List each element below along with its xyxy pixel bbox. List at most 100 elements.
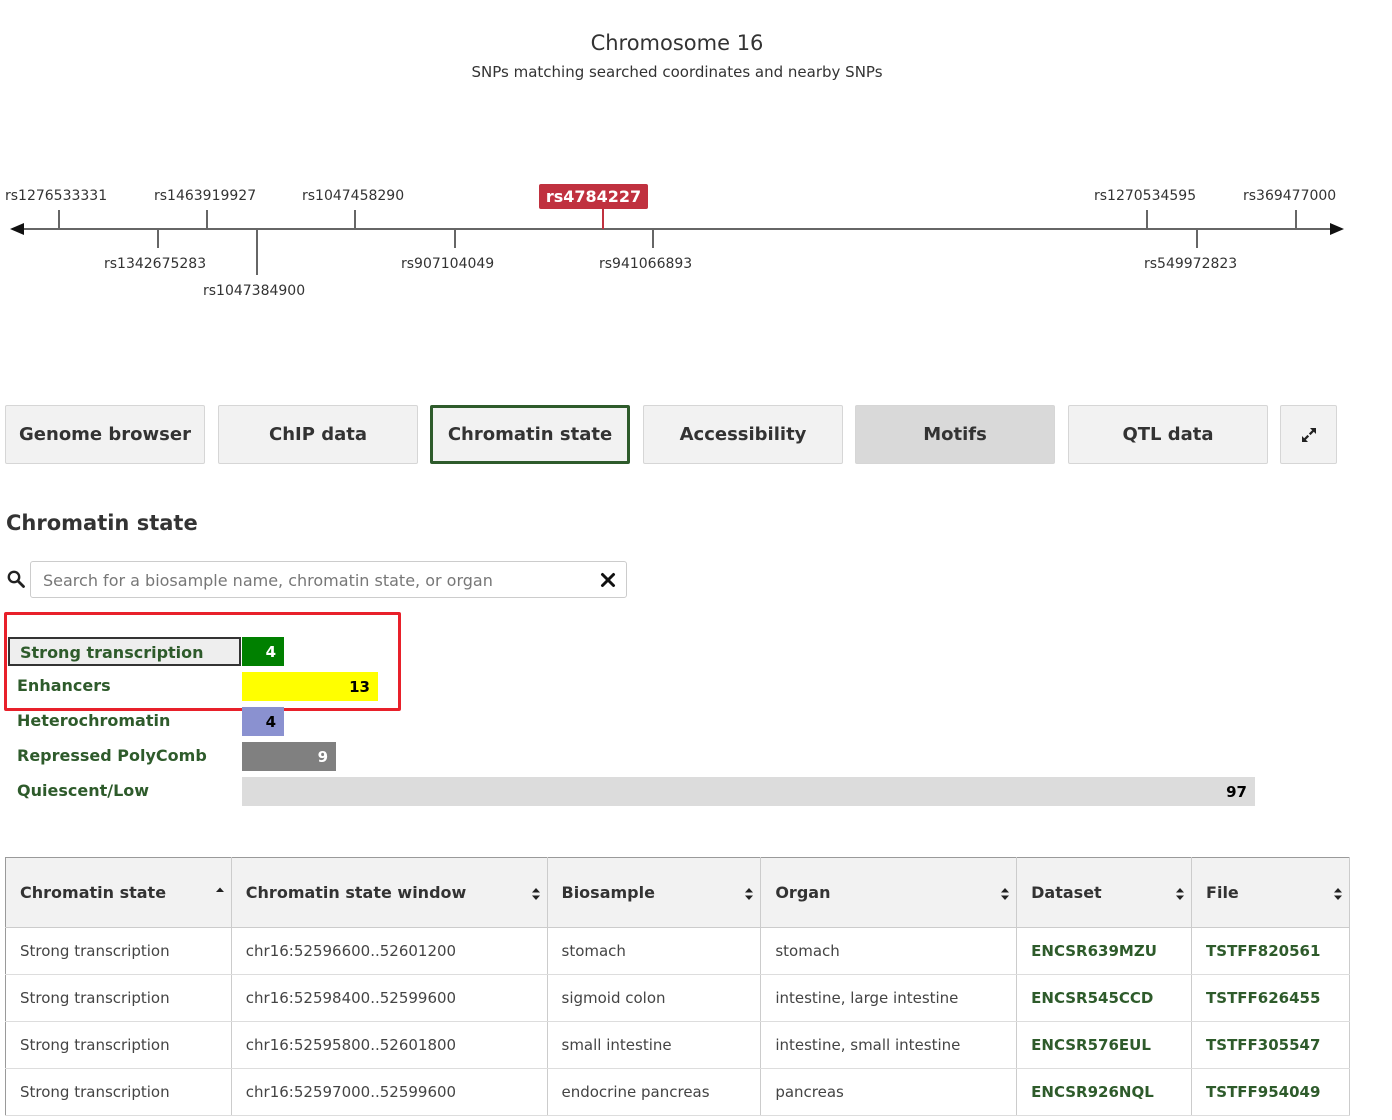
cell-window: chr16:52598400..52599600 [231, 974, 548, 1022]
facet-bar[interactable]: 13 [242, 672, 378, 701]
facet-label[interactable]: Quiescent/Low [17, 781, 149, 800]
file-link[interactable]: TSTFF954049 [1206, 1083, 1320, 1101]
sort-icon [1001, 888, 1010, 900]
focus-snp-tick [602, 209, 604, 229]
snp-label[interactable]: rs941066893 [599, 256, 692, 272]
cell-biosample: stomach [547, 927, 762, 975]
sort-icon [1334, 888, 1342, 900]
sort-icon [745, 888, 754, 900]
facet-bar[interactable]: 97 [242, 777, 1255, 806]
cell-dataset: ENCSR926NQL [1016, 1068, 1193, 1116]
column-header-label: Biosample [561, 883, 655, 902]
snp-label[interactable]: rs1047458290 [302, 188, 404, 204]
column-header[interactable]: Dataset [1016, 857, 1193, 928]
column-header[interactable]: Chromatin state window [231, 857, 548, 928]
cell-biosample: small intestine [547, 1021, 762, 1069]
focus-snp-badge[interactable]: rs4784227 [539, 184, 648, 209]
table-row: Strong transcription chr16:52596600..526… [5, 927, 1350, 975]
section-title: Chromatin state [6, 511, 198, 535]
column-header-label: Chromatin state window [245, 883, 467, 902]
cell-biosample: endocrine pancreas [547, 1068, 762, 1116]
dataset-link[interactable]: ENCSR639MZU [1031, 942, 1157, 960]
chromosome-subtitle: SNPs matching searched coordinates and n… [471, 63, 883, 81]
axis-arrow-left-icon [10, 223, 24, 235]
dataset-link[interactable]: ENCSR576EUL [1031, 1036, 1151, 1054]
axis-line [22, 228, 1338, 230]
sort-ascending-icon [215, 887, 224, 892]
table-row: Strong transcription chr16:52598400..525… [5, 974, 1350, 1022]
expand-arrows-icon [1301, 427, 1316, 442]
cell-organ: intestine, large intestine [760, 974, 1018, 1022]
snp-label[interactable]: rs1463919927 [154, 188, 256, 204]
table-row: Strong transcription chr16:52595800..526… [5, 1021, 1350, 1069]
search-icon [7, 570, 25, 588]
cell-chromatin-state: Strong transcription [5, 927, 232, 975]
snp-label[interactable]: rs1270534595 [1094, 188, 1196, 204]
snp-tick [652, 230, 654, 248]
column-header[interactable]: File [1191, 857, 1350, 928]
snp-tick [58, 210, 60, 228]
cell-organ: pancreas [760, 1068, 1018, 1116]
tab-chromatin-state[interactable]: Chromatin state [430, 405, 630, 464]
cell-window: chr16:52596600..52601200 [231, 927, 548, 975]
facet-label[interactable]: Heterochromatin [17, 711, 170, 730]
cell-chromatin-state: Strong transcription [5, 974, 232, 1022]
dataset-link[interactable]: ENCSR926NQL [1031, 1083, 1154, 1101]
column-header-label: Organ [775, 883, 831, 902]
snp-tick [1196, 230, 1198, 248]
cell-file: TSTFF626455 [1191, 974, 1350, 1022]
cell-window: chr16:52595800..52601800 [231, 1021, 548, 1069]
sort-icon [1176, 888, 1185, 900]
search-field [30, 561, 627, 598]
facet-label[interactable]: Repressed PolyComb [17, 746, 207, 765]
cell-organ: stomach [760, 927, 1018, 975]
tab-chip-data[interactable]: ChIP data [218, 405, 418, 464]
tab-qtl-data[interactable]: QTL data [1068, 405, 1268, 464]
cell-chromatin-state: Strong transcription [5, 1021, 232, 1069]
cell-file: TSTFF305547 [1191, 1021, 1350, 1069]
file-link[interactable]: TSTFF820561 [1206, 942, 1320, 960]
file-link[interactable]: TSTFF305547 [1206, 1036, 1320, 1054]
snp-tick [157, 230, 159, 248]
snp-label[interactable]: rs1276533331 [5, 188, 107, 204]
dataset-link[interactable]: ENCSR545CCD [1031, 989, 1153, 1007]
axis-arrow-right-icon [1330, 223, 1344, 235]
tab-motifs[interactable]: Motifs [855, 405, 1055, 464]
snp-tick [206, 210, 208, 228]
cell-chromatin-state: Strong transcription [5, 1068, 232, 1116]
snp-tick [454, 230, 456, 248]
facet-bar[interactable]: 4 [242, 707, 284, 736]
tab-genome-browser[interactable]: Genome browser [5, 405, 205, 464]
column-header-label: Chromatin state [20, 883, 167, 902]
facet-label[interactable]: Strong transcription [8, 637, 241, 666]
table-row: Strong transcription chr16:52597000..525… [5, 1068, 1350, 1116]
sort-icon [531, 888, 540, 900]
cell-dataset: ENCSR576EUL [1016, 1021, 1193, 1069]
snp-label[interactable]: rs1342675283 [104, 256, 206, 272]
cell-dataset: ENCSR545CCD [1016, 974, 1193, 1022]
snp-label[interactable]: rs907104049 [401, 256, 494, 272]
facet-bar[interactable]: 9 [242, 742, 336, 771]
snp-tick [256, 230, 258, 275]
column-header[interactable]: Biosample [547, 857, 762, 928]
facet-label[interactable]: Enhancers [17, 676, 111, 695]
column-header[interactable]: Chromatin state [5, 857, 232, 928]
cell-file: TSTFF954049 [1191, 1068, 1350, 1116]
snp-label[interactable]: rs549972823 [1144, 256, 1237, 272]
column-header-label: Dataset [1031, 883, 1102, 902]
cell-biosample: sigmoid colon [547, 974, 762, 1022]
cell-file: TSTFF820561 [1191, 927, 1350, 975]
snp-tick [1146, 210, 1148, 228]
expand-button[interactable] [1280, 405, 1337, 464]
snp-label[interactable]: rs1047384900 [203, 283, 305, 299]
cell-window: chr16:52597000..52599600 [231, 1068, 548, 1116]
search-input[interactable] [43, 570, 583, 590]
column-header[interactable]: Organ [760, 857, 1018, 928]
cell-dataset: ENCSR639MZU [1016, 927, 1193, 975]
facet-bar[interactable]: 4 [242, 637, 284, 666]
results-table: Chromatin state Chromatin state window B… [5, 857, 1350, 1116]
clear-search-icon[interactable] [599, 571, 617, 589]
snp-label[interactable]: rs369477000 [1243, 188, 1336, 204]
tab-accessibility[interactable]: Accessibility [643, 405, 843, 464]
file-link[interactable]: TSTFF626455 [1206, 989, 1320, 1007]
